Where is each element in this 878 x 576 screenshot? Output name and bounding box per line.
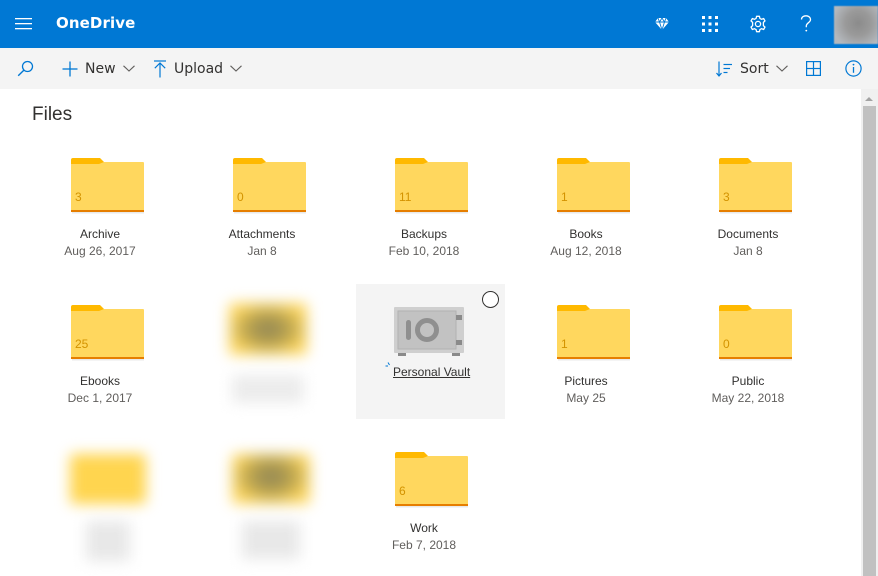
command-bar: New Upload Sort: [0, 48, 878, 89]
chevron-down-icon: [230, 65, 242, 72]
folder-item-count: 0: [723, 337, 730, 351]
folder-modified-date: May 22, 2018: [711, 391, 785, 405]
blurred-folder-caption: [242, 521, 300, 559]
help-question-icon: [800, 15, 812, 32]
select-checkbox[interactable]: [482, 291, 499, 308]
folder-modified-date: May 25: [566, 391, 606, 405]
folder-item-count: 0: [237, 190, 244, 204]
personal-vault-label[interactable]: Personal Vault: [393, 365, 470, 379]
folder-modified-date: Feb 7, 2018: [391, 538, 457, 552]
loading-spinner-icon: [385, 362, 390, 367]
app-title[interactable]: OneDrive: [56, 14, 135, 32]
files-content-area: Files 3 Archive Aug 26, 2017 0 Attachments Ja…: [0, 89, 861, 576]
sort-button[interactable]: Sort: [716, 48, 788, 89]
grid-view-icon: [806, 61, 821, 76]
blurred-folder-caption: [86, 521, 130, 561]
sort-icon: [716, 61, 732, 77]
folder-modified-date: Dec 1, 2017: [67, 391, 133, 405]
folder-modified-date: Feb 10, 2018: [388, 244, 460, 258]
folder-tile[interactable]: 0 Public May 22, 2018: [674, 235, 822, 410]
info-icon: [845, 60, 862, 77]
folder-icon: 6: [395, 452, 468, 508]
folder-item-count: 3: [723, 190, 730, 204]
scroll-up-arrow-icon[interactable]: [865, 97, 873, 101]
folder-icon: 1: [557, 158, 630, 214]
folder-item-count: 11: [399, 190, 412, 204]
settings-button[interactable]: [742, 8, 774, 40]
help-button[interactable]: [790, 8, 822, 40]
app-launcher-icon: [702, 16, 718, 32]
folder-name[interactable]: Pictures: [512, 374, 660, 388]
new-button[interactable]: New: [62, 48, 135, 89]
folder-name[interactable]: Backups: [350, 227, 498, 241]
folder-name[interactable]: Public: [674, 374, 822, 388]
plus-icon: [62, 61, 78, 76]
search-button[interactable]: [17, 48, 34, 89]
new-label: New: [85, 60, 116, 77]
folder-icon: 1: [557, 305, 630, 361]
settings-gear-icon: [750, 15, 766, 33]
view-options-button[interactable]: [806, 48, 821, 89]
sort-label: Sort: [740, 60, 769, 77]
blurred-folder-thumbnail[interactable]: [229, 303, 307, 355]
search-icon: [17, 60, 34, 77]
blurred-folder-thumbnail[interactable]: [70, 454, 146, 504]
suite-header: OneDrive: [0, 0, 878, 48]
chevron-down-icon: [775, 65, 788, 72]
hamburger-menu-icon: [15, 18, 32, 30]
scrollbar-thumb[interactable]: [863, 106, 876, 576]
blurred-folder-thumbnail[interactable]: [232, 454, 310, 504]
folder-modified-date: Jan 8: [247, 244, 277, 258]
folder-tile[interactable]: 1 Pictures May 25: [512, 235, 660, 410]
folder-item-count: 1: [561, 190, 568, 204]
app-launcher-button[interactable]: [694, 8, 726, 40]
folder-item-count: 1: [561, 337, 568, 351]
folder-icon: 11: [395, 158, 468, 214]
premium-button[interactable]: [646, 8, 678, 40]
upload-button[interactable]: Upload: [153, 48, 242, 89]
folder-icon: 0: [233, 158, 306, 214]
upload-arrow-icon: [154, 59, 166, 77]
folder-name[interactable]: Work: [350, 521, 498, 535]
folder-item-count: 25: [75, 337, 89, 351]
personal-vault-tile[interactable]: Personal Vault: [356, 284, 505, 419]
navigation-menu-button[interactable]: [8, 8, 40, 40]
folder-item-count: 3: [75, 190, 82, 204]
user-avatar[interactable]: [834, 6, 878, 44]
folder-tile[interactable]: 11 Backups Feb 10, 2018: [350, 89, 498, 263]
upload-label: Upload: [174, 60, 224, 77]
safe-vault-icon: [394, 307, 464, 356]
blurred-folder-caption: [232, 375, 304, 403]
folder-tile[interactable]: 25 Ebooks Dec 1, 2017: [26, 235, 174, 410]
folder-item-count: 6: [399, 484, 406, 498]
folder-name[interactable]: Attachments: [188, 227, 336, 241]
folder-name[interactable]: Ebooks: [26, 374, 174, 388]
folder-tile[interactable]: 0 Attachments Jan 8: [188, 89, 336, 263]
folder-icon: 0: [719, 305, 792, 361]
info-pane-button[interactable]: [845, 48, 862, 89]
chevron-down-icon: [122, 65, 135, 72]
folder-icon: 3: [719, 158, 792, 214]
vertical-scrollbar[interactable]: [861, 89, 878, 576]
folder-icon: 25: [71, 305, 144, 361]
diamond-premium-icon: [655, 17, 669, 31]
folder-icon: 3: [71, 158, 144, 214]
